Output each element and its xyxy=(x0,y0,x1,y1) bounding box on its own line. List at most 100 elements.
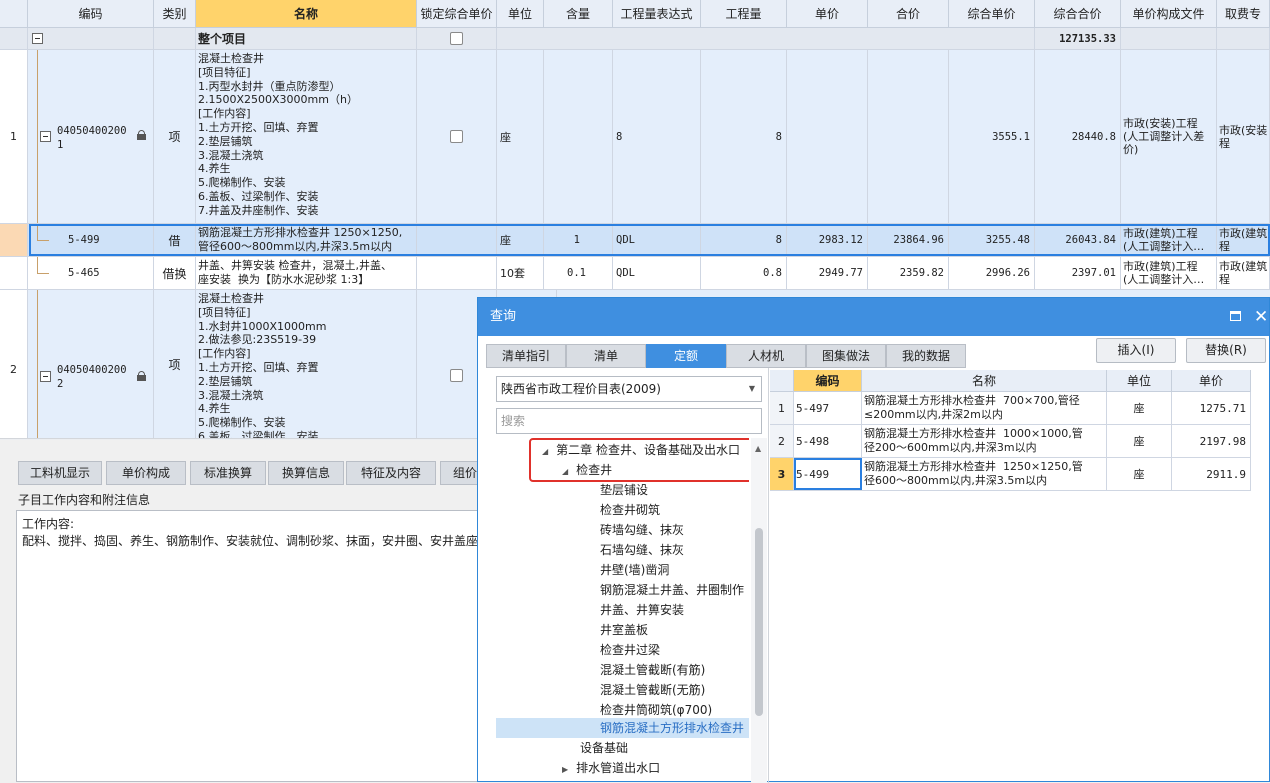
library-select[interactable]: 陕西省市政工程价目表(2009) ▼ xyxy=(496,376,762,402)
tree-node[interactable]: 混凝土管截断(有筋) xyxy=(600,660,705,680)
tree-node[interactable]: 检查井过梁 xyxy=(600,640,660,660)
maximize-icon[interactable] xyxy=(1230,311,1241,321)
tree-node[interactable]: 检查井筒砌筑(φ700) xyxy=(600,700,712,720)
tab-labor-material[interactable]: 人材机 xyxy=(726,344,806,368)
item-features: [项目特征] 1.水封井1000X1000mm 2.做法参见:23S519-39… xyxy=(198,305,327,440)
result-row-selected[interactable]: 3 5-499 钢筋混凝土方形排水检查井 1250×1250,管 径600～80… xyxy=(770,458,1251,491)
tab-conversion-info[interactable]: 换算信息 xyxy=(268,461,344,485)
table-row-selected[interactable]: 5-499 借 钢筋混凝土方形排水检查井 1250×1250, 管径600～80… xyxy=(0,224,1270,257)
search-placeholder: 搜索 xyxy=(501,414,526,428)
tree-node[interactable]: 垫层铺设 xyxy=(600,480,648,500)
row-index: 2 xyxy=(0,290,28,440)
work-content-box[interactable]: 工作内容: 配料、搅拌、捣固、养生、钢筋制作、安装就位、调制砂浆、抹面，安井圈、… xyxy=(16,510,490,782)
results-col-name[interactable]: 名称 xyxy=(862,370,1107,392)
tree-pane: 陕西省市政工程价目表(2009) ▼ 搜索 ◢ 第二章 检查井、设备基础及出水口 … xyxy=(486,368,769,783)
tree-node[interactable]: 检查井砌筑 xyxy=(600,500,660,520)
lock-checkbox[interactable] xyxy=(450,369,463,382)
col-header-type[interactable]: 类别 xyxy=(154,0,196,28)
lock-icon xyxy=(137,130,146,140)
tab-material-display[interactable]: 工料机显示 xyxy=(18,461,102,485)
highlight-box xyxy=(529,438,749,482)
item-qty: 8 xyxy=(701,50,787,223)
tree-node[interactable]: 井盖、井箅安装 xyxy=(600,600,684,620)
library-value: 陕西省市政工程价目表(2009) xyxy=(501,382,661,396)
item-comp-price: 3555.1 xyxy=(949,50,1035,223)
result-price: 2911.9 xyxy=(1172,458,1251,490)
tree-node[interactable]: 钢筋混凝土井盖、井圈制作 xyxy=(600,580,744,600)
scrollbar-thumb[interactable] xyxy=(755,528,763,716)
item-expr[interactable]: 8 xyxy=(613,50,701,223)
tree-node-selected[interactable]: 钢筋混凝土方形排水检查井 xyxy=(600,718,744,738)
col-header-price-file[interactable]: 单价构成文件 xyxy=(1121,0,1217,28)
results-col-code[interactable]: 编码 xyxy=(794,370,862,392)
replace-button[interactable]: 替换(R) xyxy=(1186,338,1266,363)
result-unit: 座 xyxy=(1107,425,1172,457)
result-name: 钢筋混凝土方形排水检查井 1000×1000,管 径200～600mm以内,井深… xyxy=(864,427,1083,454)
item-code: 04050400200 2 xyxy=(57,364,127,390)
col-header-lock-price[interactable]: 锁定综合单价 xyxy=(417,0,497,28)
col-header-fee[interactable]: 取费专 xyxy=(1217,0,1270,28)
item-type: 项 xyxy=(154,50,196,223)
tab-list[interactable]: 清单 xyxy=(566,344,646,368)
sub-item-unit-price: 2949.77 xyxy=(787,257,868,289)
tab-standard-conversion[interactable]: 标准换算 xyxy=(190,461,266,485)
close-icon[interactable]: ✕ xyxy=(1254,298,1268,336)
row-index: 1 xyxy=(0,50,28,223)
results-col-unit[interactable]: 单位 xyxy=(1107,370,1172,392)
tab-my-data[interactable]: 我的数据 xyxy=(886,344,966,368)
result-code[interactable]: 5-499 xyxy=(794,458,862,490)
tree: ◢ 第二章 检查井、设备基础及出水口 ◢ 检查井 垫层铺设 检查井砌筑 砖墙勾缝、抹… xyxy=(496,438,749,783)
item-code: 04050400200 1 xyxy=(57,125,127,151)
result-code: 5-498 xyxy=(794,425,862,457)
tree-node[interactable]: 砖墙勾缝、抹灰 xyxy=(600,520,684,540)
tab-price-composition[interactable]: 单价构成 xyxy=(106,461,186,485)
insert-button[interactable]: 插入(I) xyxy=(1096,338,1176,363)
tab-features-content[interactable]: 特征及内容 xyxy=(346,461,436,485)
sub-item-content[interactable]: 0.1 xyxy=(544,257,613,289)
item-features: [项目特征] 1.丙型水封井（重点防渗型） 2.1500X2500X3000mm… xyxy=(198,65,358,217)
col-header-comp-price[interactable]: 综合单价 xyxy=(949,0,1035,28)
col-header-unit-price[interactable]: 单价 xyxy=(787,0,868,28)
chevron-down-icon[interactable]: ▼ xyxy=(749,377,755,401)
work-content-text: 配料、搅拌、捣固、养生、钢筋制作、安装就位、调制砂浆、抹面，安井圈、安井盖座 xyxy=(22,534,479,548)
item-unit: 座 xyxy=(497,50,544,223)
col-header-total-price[interactable]: 合价 xyxy=(868,0,949,28)
collapse-icon[interactable] xyxy=(40,131,51,142)
scroll-up-icon[interactable]: ▲ xyxy=(755,444,761,453)
col-header-content[interactable]: 含量 xyxy=(544,0,613,28)
collapse-icon[interactable] xyxy=(32,33,43,44)
item-type: 项 xyxy=(154,290,196,440)
result-row[interactable]: 1 5-497 钢筋混凝土方形排水检查井 700×700,管径 ≤200mm以内… xyxy=(770,392,1251,425)
col-header-qty[interactable]: 工程量 xyxy=(701,0,787,28)
collapse-icon[interactable] xyxy=(40,371,51,382)
tree-node[interactable]: 石墙勾缝、抹灰 xyxy=(600,540,684,560)
tree-node-outlet[interactable]: ▶ 排水管道出水口 xyxy=(562,758,660,778)
collapsed-icon[interactable]: ▶ xyxy=(562,765,568,774)
tree-scrollbar[interactable]: ▲ xyxy=(751,438,767,783)
col-header-comp-total[interactable]: 综合合价 xyxy=(1035,0,1121,28)
col-header-expr[interactable]: 工程量表达式 xyxy=(613,0,701,28)
sub-item-qty: 0.8 xyxy=(701,257,787,289)
tab-list-guide[interactable]: 清单指引 xyxy=(486,344,566,368)
col-header-code[interactable]: 编码 xyxy=(28,0,154,28)
sub-item-comp-price: 2996.26 xyxy=(949,257,1035,289)
sub-item-expr[interactable]: QDL xyxy=(613,257,701,289)
table-row-root[interactable]: 整个项目 127135.33 xyxy=(0,28,1270,50)
search-input[interactable]: 搜索 xyxy=(496,408,762,434)
result-row[interactable]: 2 5-498 钢筋混凝土方形排水检查井 1000×1000,管 径200～60… xyxy=(770,425,1251,458)
tab-atlas-method[interactable]: 图集做法 xyxy=(806,344,886,368)
col-header-name[interactable]: 名称 xyxy=(196,0,417,28)
table-row[interactable]: 5-465 借换 井盖、井箅安装 检查井，混凝土,井盖、 座安装 换为【防水水泥… xyxy=(0,257,1270,290)
lock-checkbox[interactable] xyxy=(450,130,463,143)
dialog-title-bar[interactable]: 查询 ✕ xyxy=(478,298,1269,336)
tree-node[interactable]: 混凝土管截断(无筋) xyxy=(600,680,705,700)
lock-checkbox[interactable] xyxy=(450,32,463,45)
col-header-unit[interactable]: 单位 xyxy=(497,0,544,28)
table-row[interactable]: 1 04050400200 1 项 混凝土检查井 [项目特征] 1.丙型水封井（… xyxy=(0,50,1270,224)
results-col-price[interactable]: 单价 xyxy=(1172,370,1251,392)
tree-node[interactable]: 井室盖板 xyxy=(600,620,648,640)
tree-node[interactable]: 井壁(墙)凿洞 xyxy=(600,560,669,580)
tab-quota[interactable]: 定额 xyxy=(646,344,726,368)
tree-node[interactable]: 设备基础 xyxy=(580,738,628,758)
result-price: 1275.71 xyxy=(1172,392,1251,424)
